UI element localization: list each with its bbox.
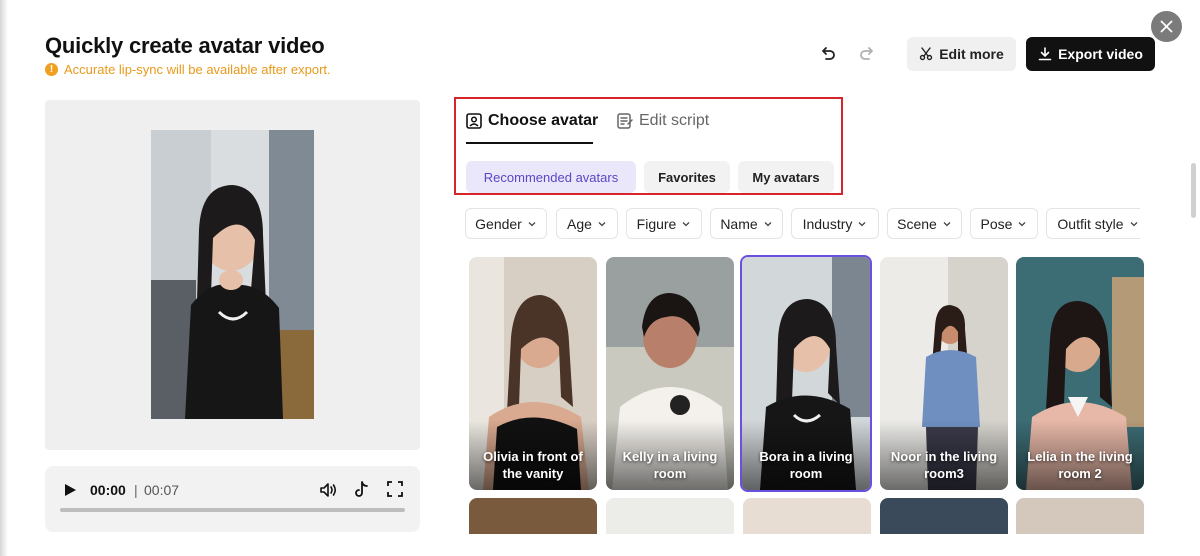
avatar-name: Lelia in the living room 2 <box>1027 449 1133 481</box>
avatar-card[interactable]: Olivia in front of the vanity <box>469 257 597 490</box>
avatar-card[interactable]: Kelly in a living room <box>606 257 734 490</box>
avatar-name: Bora in a living room <box>759 449 853 481</box>
filter-scene[interactable]: Scene <box>887 208 962 239</box>
subtab-recommended-avatars[interactable]: Recommended avatars <box>466 161 636 193</box>
filter-outfit-style[interactable]: Outfit style <box>1046 208 1140 239</box>
filter-figure[interactable]: Figure <box>626 208 702 239</box>
avatar-name: Kelly in a living room <box>622 449 718 481</box>
avatar-video-modal: Quickly create avatar video ! Accurate l… <box>0 0 1200 556</box>
redo-icon[interactable] <box>857 44 877 64</box>
filter-bar: Gender Age Figure Name Industry Scene Po… <box>465 208 1140 239</box>
lip-sync-warning: ! Accurate lip-sync will be available af… <box>45 62 331 77</box>
avatar-preview-video[interactable] <box>151 130 314 419</box>
chevron-down-icon <box>682 221 690 226</box>
undo-icon[interactable] <box>818 44 838 64</box>
volume-icon[interactable] <box>318 480 338 500</box>
chevron-down-icon <box>1018 221 1026 226</box>
filter-gender[interactable]: Gender <box>465 208 547 239</box>
chevron-down-icon <box>598 221 606 226</box>
fullscreen-icon[interactable] <box>387 481 403 497</box>
chevron-down-icon <box>858 221 866 226</box>
tab-edit-script[interactable]: Edit script <box>617 112 709 130</box>
avatar-card-partial[interactable] <box>880 498 1008 534</box>
close-icon <box>1160 20 1173 33</box>
subtab-favorites[interactable]: Favorites <box>644 161 730 193</box>
play-icon[interactable] <box>63 483 77 497</box>
scissors-icon <box>920 47 933 61</box>
avatar-name: Olivia in front of the vanity <box>483 449 583 481</box>
subtab-my-avatars[interactable]: My avatars <box>738 161 834 193</box>
warning-icon: ! <box>45 63 58 76</box>
filter-pose[interactable]: Pose <box>970 208 1038 239</box>
video-player-controls: 00:00 | 00:07 <box>45 466 420 532</box>
chevron-down-icon <box>528 221 536 226</box>
filter-industry[interactable]: Industry <box>791 208 879 239</box>
avatar-card[interactable]: Noor in the living room3 <box>880 257 1008 490</box>
video-preview <box>45 100 420 450</box>
filter-age[interactable]: Age <box>556 208 618 239</box>
tiktok-icon[interactable] <box>353 480 371 500</box>
tab-choose-avatar[interactable]: Choose avatar <box>466 112 598 130</box>
tab-edit-script-label: Edit script <box>639 112 710 129</box>
close-button[interactable] <box>1151 11 1182 42</box>
page-title: Quickly create avatar video <box>45 33 325 58</box>
chevron-down-icon <box>943 221 951 226</box>
total-time: 00:07 <box>144 482 180 498</box>
warning-text: Accurate lip-sync will be available afte… <box>64 62 331 77</box>
chevron-down-icon <box>764 221 772 226</box>
export-video-label: Export video <box>1058 46 1143 62</box>
chevron-down-icon <box>1130 221 1138 226</box>
script-icon <box>617 113 633 129</box>
avatar-card-partial[interactable] <box>606 498 734 534</box>
avatar-card-partial[interactable] <box>743 498 871 534</box>
current-time: 00:00 <box>90 482 126 498</box>
avatar-name: Noor in the living room3 <box>890 449 998 481</box>
filter-name[interactable]: Name <box>710 208 783 239</box>
progress-bar[interactable] <box>60 508 405 512</box>
active-tab-underline <box>466 142 593 144</box>
modal-edge-shade <box>0 0 8 556</box>
avatar-card-selected[interactable]: Bora in a living room <box>740 255 872 492</box>
export-video-button[interactable]: Export video <box>1026 37 1155 71</box>
avatar-card-partial[interactable] <box>1016 498 1144 534</box>
avatar-card[interactable]: Lelia in the living room 2 <box>1016 257 1144 490</box>
time-separator: | <box>134 482 138 498</box>
scrollbar[interactable] <box>1191 163 1196 218</box>
avatar-card-partial[interactable] <box>469 498 597 534</box>
edit-more-button[interactable]: Edit more <box>907 37 1016 71</box>
edit-more-label: Edit more <box>939 46 1004 62</box>
avatar-icon <box>466 113 482 129</box>
download-icon <box>1038 47 1052 61</box>
tab-choose-avatar-label: Choose avatar <box>488 112 599 129</box>
